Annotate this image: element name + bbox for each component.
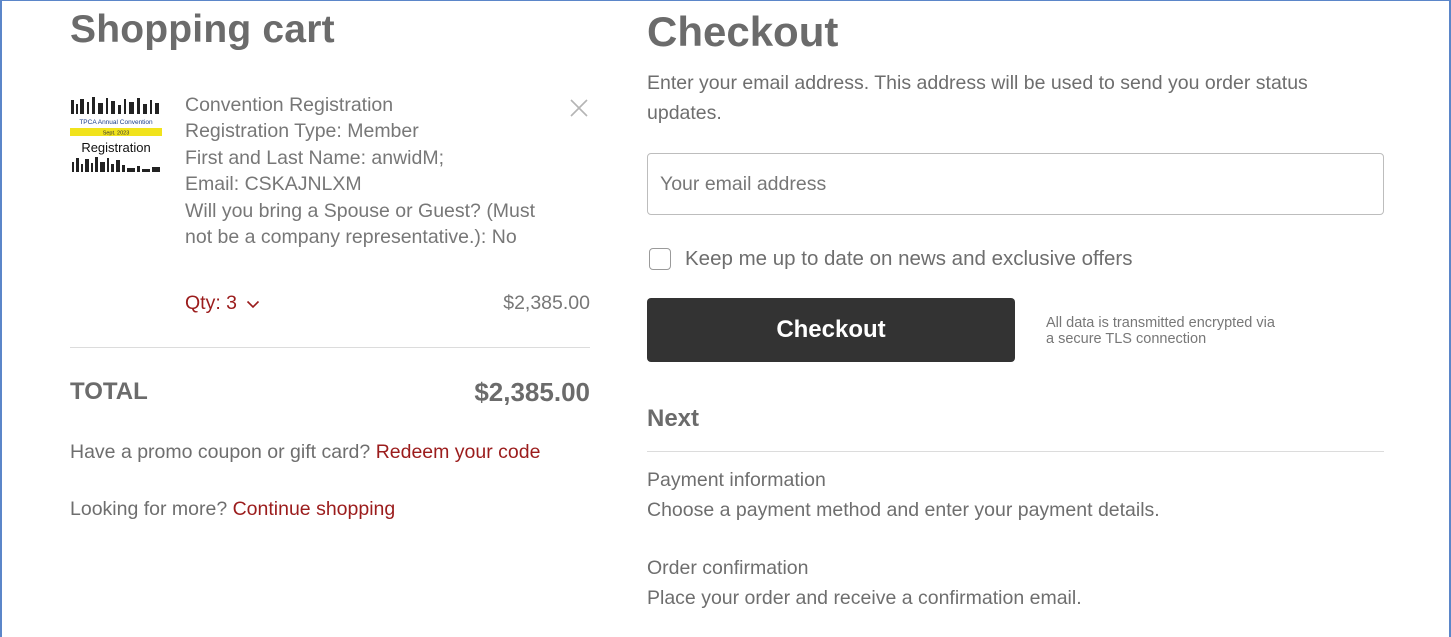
step-description: Choose a payment method and enter your p… — [647, 499, 1160, 521]
step-title: Payment information — [647, 469, 826, 491]
checkout-button[interactable]: Checkout — [647, 298, 1015, 362]
promo-text: Have a promo coupon or gift card? — [70, 441, 371, 463]
newsletter-checkbox[interactable] — [649, 248, 671, 270]
item-guest-answer: not be a company representative.): No — [185, 226, 517, 249]
continue-shopping-line: Looking for more? Continue shopping — [70, 498, 395, 521]
total-label: TOTAL — [70, 378, 148, 405]
item-registration-type: Registration Type: Member — [185, 120, 419, 143]
item-price: $2,385.00 — [503, 292, 590, 314]
item-guest-question: Will you bring a Spouse or Guest? (Must — [185, 199, 536, 222]
redeem-code-link[interactable]: Redeem your code — [376, 441, 541, 463]
secure-note-line-1: All data is transmitted encrypted via — [1046, 315, 1275, 331]
item-name: Convention Registration — [185, 94, 394, 116]
product-thumbnail[interactable]: TPCA Annual Convention Sept. 2023 Regist… — [70, 96, 162, 180]
next-divider — [647, 451, 1384, 452]
next-steps-title: Next — [647, 405, 700, 432]
promo-line: Have a promo coupon or gift card? Redeem… — [70, 441, 540, 464]
item-email-field: Email: CSKAJNLXM — [185, 173, 362, 196]
email-input[interactable] — [647, 153, 1384, 215]
more-text: Looking for more? — [70, 498, 228, 520]
quantity-dropdown[interactable]: Qty: 3 — [185, 292, 260, 315]
step-description: Place your order and receive a confirmat… — [647, 587, 1082, 609]
item-name-field: First and Last Name: anwidM; — [185, 146, 445, 169]
step-payment-information: Payment information Choose a payment met… — [647, 465, 1160, 525]
email-instructions: Enter your email address. This address w… — [647, 72, 1308, 124]
cart-title: Shopping cart — [70, 8, 335, 51]
secure-note-line-2: a secure TLS connection — [1046, 331, 1207, 347]
total-value: $2,385.00 — [474, 377, 590, 407]
chevron-down-icon — [247, 300, 260, 308]
thumbnail-label: Registration — [81, 140, 150, 155]
secure-note: All data is transmitted encrypted via a … — [1046, 315, 1356, 347]
step-title: Order confirmation — [647, 557, 809, 579]
checkout-title: Checkout — [647, 8, 839, 55]
step-order-confirmation: Order confirmation Place your order and … — [647, 553, 1082, 613]
cart-divider — [70, 347, 590, 348]
cart-item-details: Convention Registration Registration Typ… — [185, 92, 590, 250]
newsletter-label[interactable]: Keep me up to date on news and exclusive… — [685, 247, 1133, 271]
quantity-row: Qty: 3 $2,385.00 — [185, 292, 590, 320]
thumbnail-ribbon-text: Sept. 2023 — [103, 131, 130, 137]
thumbnail-top-text: TPCA Annual Convention — [79, 119, 153, 126]
quantity-label: Qty: 3 — [185, 292, 238, 314]
close-icon[interactable] — [567, 96, 591, 120]
continue-shopping-link[interactable]: Continue shopping — [233, 498, 396, 520]
